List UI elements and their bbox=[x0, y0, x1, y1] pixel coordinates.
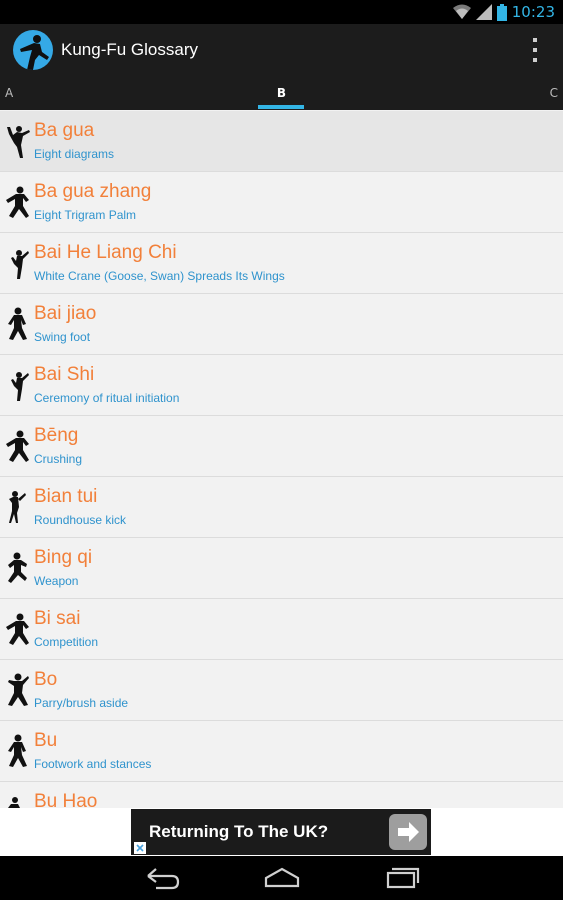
list-item[interactable]: Bi sai Competition bbox=[0, 599, 563, 660]
list-item[interactable]: Bo Parry/brush aside bbox=[0, 660, 563, 721]
status-time: 10:23 bbox=[511, 3, 555, 21]
entry-translation: White Crane (Goose, Swan) Spreads Its Wi… bbox=[34, 269, 285, 283]
entry-title: Bēng bbox=[34, 425, 79, 446]
entry-translation: Eight Trigram Palm bbox=[34, 208, 137, 222]
glossary-list[interactable]: Ba gua Eight diagrams Ba gua zhang Eight… bbox=[0, 111, 563, 808]
entry-translation: Swing foot bbox=[34, 330, 91, 344]
list-item[interactable]: Bēng Crushing bbox=[0, 416, 563, 477]
entry-translation: Ceremony of ritual initiation bbox=[34, 391, 180, 405]
entry-title: Bai He Liang Chi bbox=[34, 242, 177, 263]
ad-area: Returning To The UK? bbox=[0, 808, 563, 856]
list-item[interactable]: Bian tui Roundhouse kick bbox=[0, 477, 563, 538]
home-icon[interactable] bbox=[262, 864, 302, 892]
entry-translation: Crushing bbox=[34, 452, 83, 466]
status-bar: 10:23 bbox=[0, 0, 563, 24]
ad-banner[interactable]: Returning To The UK? bbox=[131, 809, 431, 855]
ad-choices-icon[interactable] bbox=[134, 842, 146, 854]
entry-translation: Eight diagrams bbox=[34, 147, 115, 161]
recent-apps-icon[interactable] bbox=[382, 864, 422, 892]
navigation-bar bbox=[0, 856, 563, 900]
kung-fu-figure-icon bbox=[8, 552, 27, 583]
entry-title: Bu Hao bbox=[34, 791, 98, 808]
list-item[interactable]: Bai jiao Swing foot bbox=[0, 294, 563, 355]
entry-title: Ba gua zhang bbox=[34, 181, 152, 202]
back-icon[interactable] bbox=[142, 864, 182, 892]
entry-title: Bi sai bbox=[34, 608, 81, 629]
entry-translation: Competition bbox=[34, 635, 99, 649]
list-item[interactable]: Ba gua zhang Eight Trigram Palm bbox=[0, 172, 563, 233]
kung-fu-figure-icon bbox=[6, 430, 29, 462]
overflow-menu-icon[interactable] bbox=[527, 38, 543, 62]
entry-translation: Parry/brush aside bbox=[34, 696, 129, 710]
kung-fu-figure-icon bbox=[8, 797, 20, 808]
tab-c[interactable]: C bbox=[550, 86, 558, 100]
entry-translation: Weapon bbox=[34, 574, 79, 588]
kung-fu-figure-icon bbox=[11, 372, 29, 401]
ad-text: Returning To The UK? bbox=[149, 822, 329, 841]
app-title: Kung-Fu Glossary bbox=[61, 40, 198, 59]
tab-b[interactable]: B bbox=[0, 86, 563, 100]
entry-title: Bian tui bbox=[34, 486, 98, 507]
arrow-right-icon[interactable] bbox=[389, 814, 427, 850]
entry-title: Bai Shi bbox=[34, 364, 95, 385]
entry-title: Bu bbox=[34, 730, 58, 751]
kung-fu-figure-icon bbox=[9, 491, 26, 523]
action-bar: Kung-Fu Glossary bbox=[0, 24, 563, 76]
signal-icon bbox=[475, 4, 492, 20]
entry-title: Bo bbox=[34, 669, 58, 690]
wifi-icon bbox=[452, 4, 471, 19]
list-item[interactable]: Bing qi Weapon bbox=[0, 538, 563, 599]
battery-icon bbox=[496, 3, 507, 21]
tab-indicator bbox=[258, 105, 304, 109]
kung-fu-figure-icon bbox=[8, 307, 27, 340]
kung-fu-figure-icon bbox=[6, 613, 29, 645]
list-item[interactable]: Bu Footwork and stances bbox=[0, 721, 563, 782]
entry-title: Ba gua bbox=[34, 120, 95, 141]
list-item[interactable]: Bai He Liang Chi White Crane (Goose, Swa… bbox=[0, 233, 563, 294]
kung-fu-figure-icon bbox=[8, 734, 27, 767]
entry-title: Bing qi bbox=[34, 547, 93, 568]
kung-fu-figure-icon bbox=[7, 126, 30, 158]
kung-fu-figure-icon bbox=[8, 673, 29, 706]
list-item[interactable]: Bai Shi Ceremony of ritual initiation bbox=[0, 355, 563, 416]
kung-fu-figure-icon bbox=[6, 186, 29, 218]
kung-fu-figure-icon bbox=[11, 250, 29, 279]
list-item[interactable]: Bu Hao bbox=[0, 782, 563, 808]
entry-title: Bai jiao bbox=[34, 303, 97, 324]
list-item[interactable]: Ba gua Eight diagrams bbox=[0, 111, 563, 172]
entry-translation: Footwork and stances bbox=[34, 757, 152, 771]
entry-translation: Roundhouse kick bbox=[34, 513, 127, 527]
app-logo-icon[interactable] bbox=[13, 30, 53, 70]
